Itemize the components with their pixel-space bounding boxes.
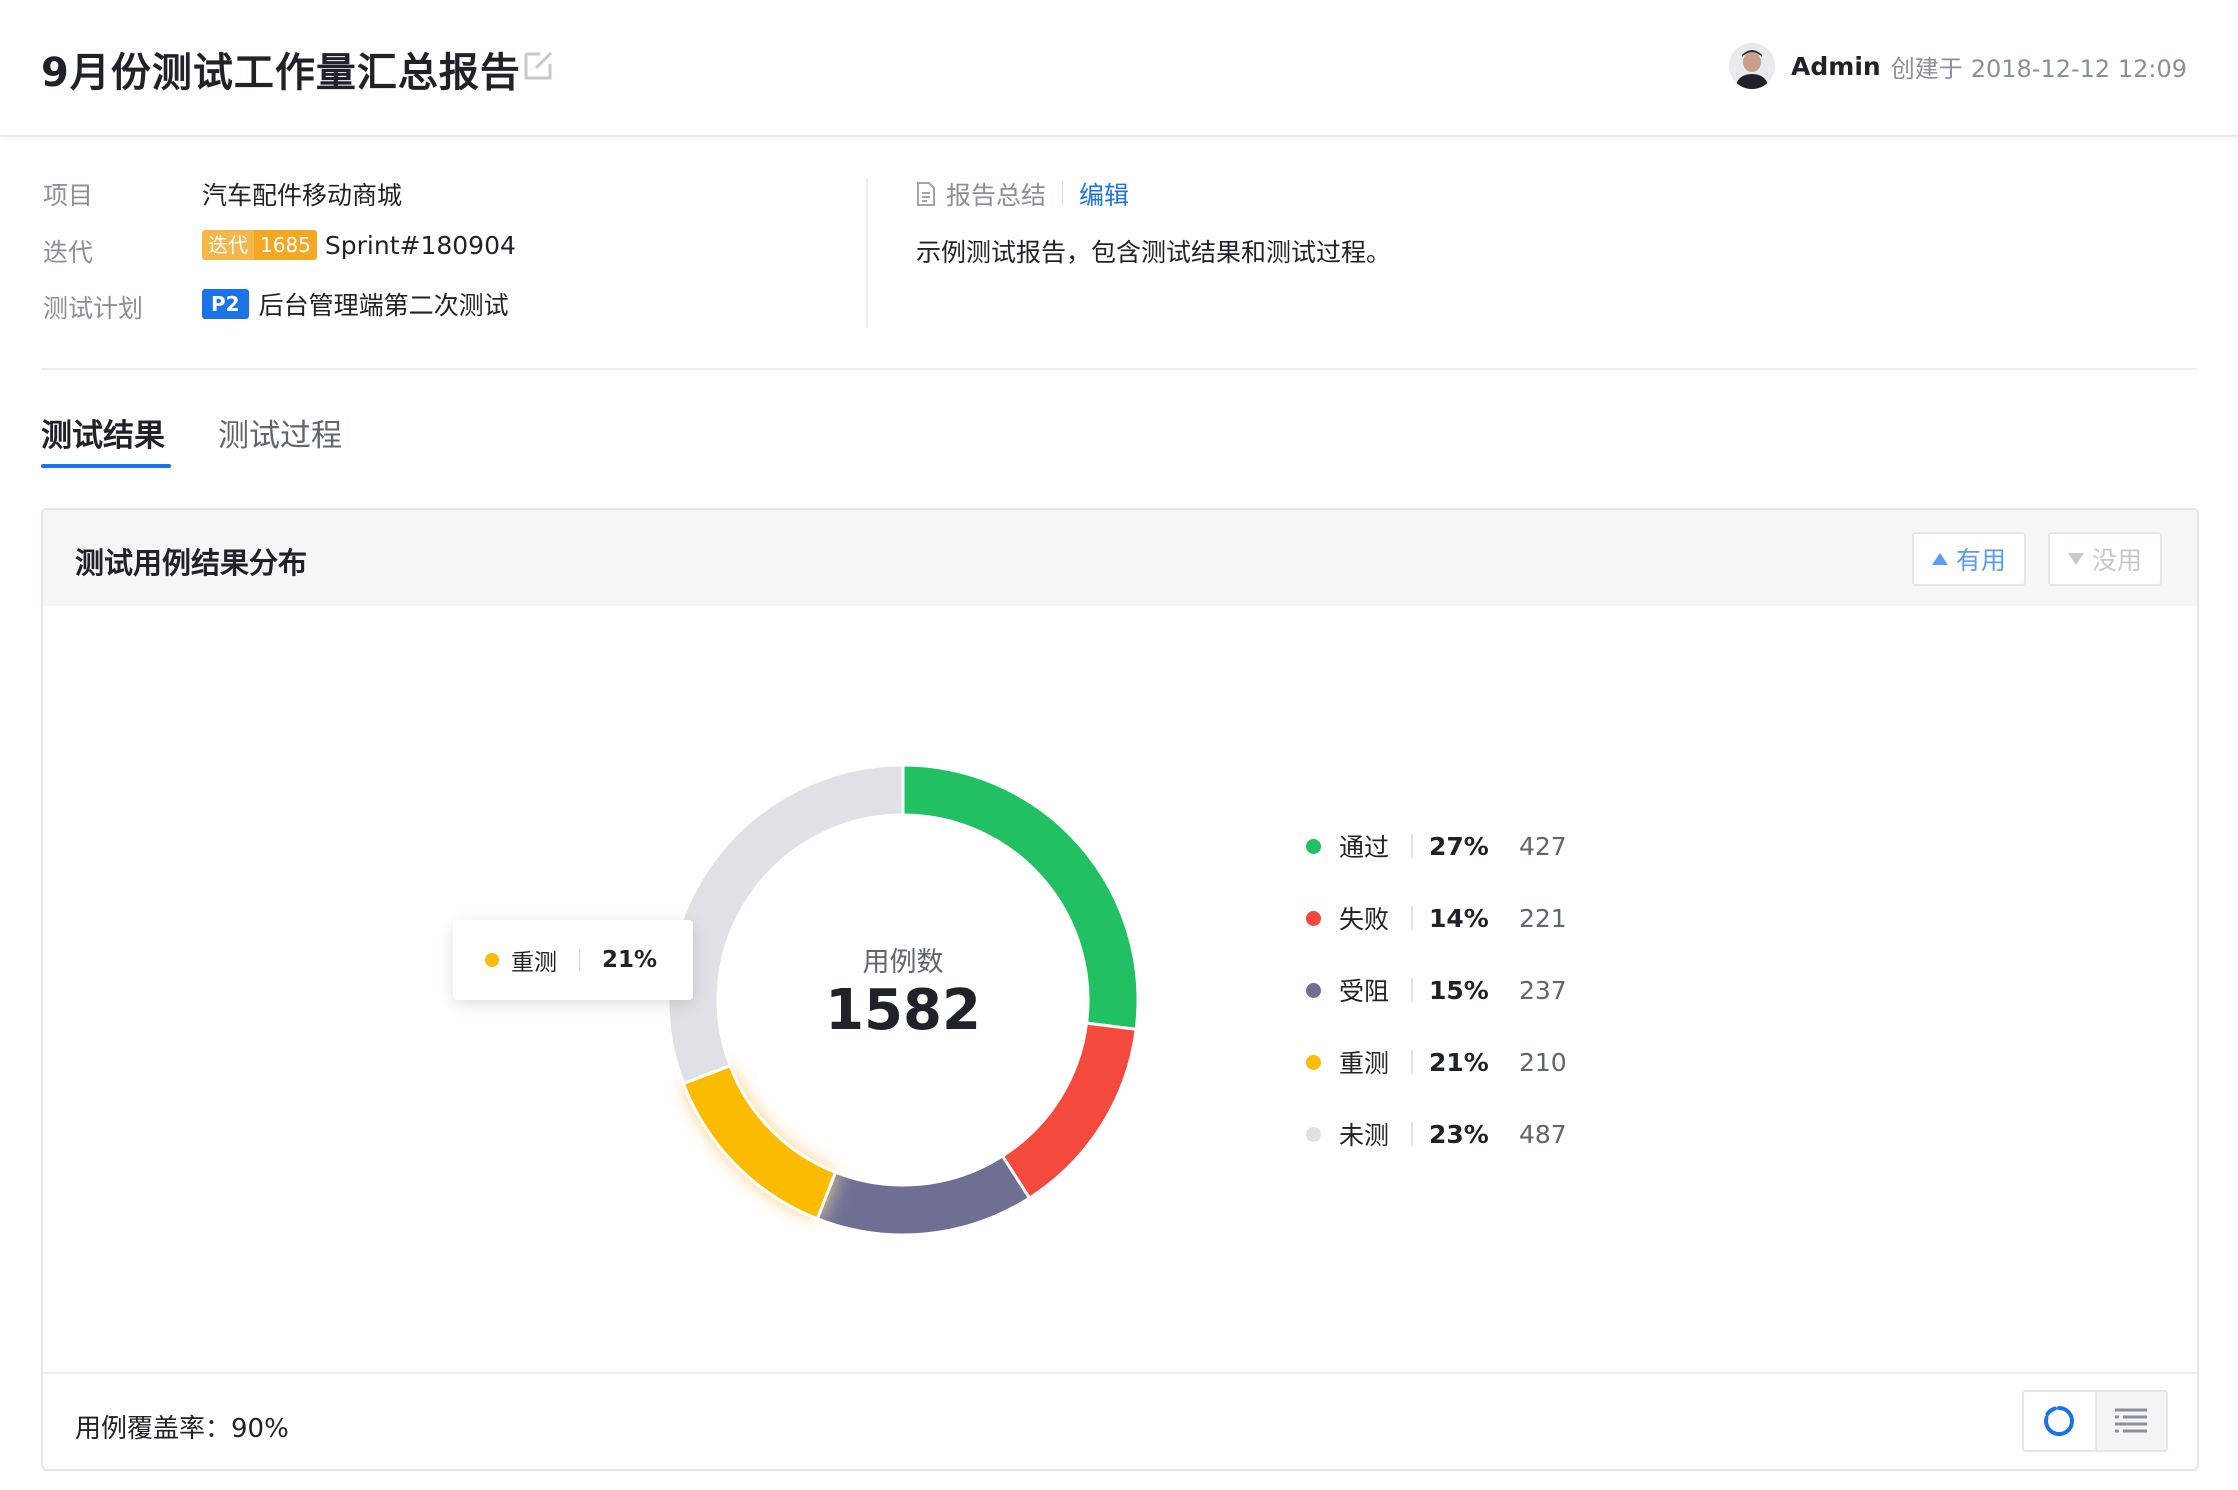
useless-button[interactable]: 没用 <box>2048 532 2163 586</box>
legend-count: 487 <box>1519 1119 1567 1149</box>
view-switch <box>2022 1390 2168 1452</box>
list-icon <box>2115 1408 2148 1433</box>
summary-text: 示例测试报告，包含测试结果和测试过程。 <box>916 238 1392 267</box>
useless-label: 没用 <box>2092 546 2143 575</box>
legend-pct: 15% <box>1429 975 1489 1005</box>
total-value: 1582 <box>825 978 981 1043</box>
triangle-down-icon <box>2068 553 2084 565</box>
legend-separator <box>1411 1050 1413 1074</box>
active-tab-indicator <box>41 464 171 468</box>
legend-dot <box>1306 1126 1321 1142</box>
created-label: 创建于 <box>1890 54 1963 83</box>
created-time: 2018-12-12 12:09 <box>1970 54 2187 83</box>
legend-separator <box>1411 978 1413 1002</box>
info-divider <box>866 178 868 328</box>
legend-name: 未测 <box>1339 1121 1390 1150</box>
useful-button[interactable]: 有用 <box>1912 532 2027 586</box>
iteration-id: 1685 <box>260 233 311 257</box>
tooltip-name: 重测 <box>511 950 557 976</box>
legend-pct: 14% <box>1429 903 1489 933</box>
tooltip-color-dot <box>485 953 499 967</box>
chart-tooltip: 重测 21% <box>453 920 693 1000</box>
document-icon <box>917 182 935 206</box>
plan-label: 测试计划 <box>43 294 144 323</box>
iteration-label: 迭代 <box>43 238 94 267</box>
tooltip-separator <box>579 949 580 971</box>
pie-chart-icon <box>2044 1406 2075 1436</box>
project-value: 汽车配件移动商城 <box>202 181 403 210</box>
legend-name: 通过 <box>1339 833 1390 862</box>
legend-pct: 21% <box>1429 1047 1489 1077</box>
legend-count: 221 <box>1519 903 1567 933</box>
section-divider <box>41 368 2197 370</box>
legend-dot <box>1306 838 1321 854</box>
legend-item-untested[interactable]: 未测 23% 487 <box>1306 1114 1567 1154</box>
iteration-value: 迭代 1685 Sprint#180904 <box>202 230 516 260</box>
card-header: 测试用例结果分布 有用 没用 <box>43 510 2197 606</box>
page-title: 9月份测试工作量汇总报告 <box>41 50 521 96</box>
plan-value: P2 后台管理端第二次测试 <box>202 286 509 322</box>
legend-dot <box>1306 982 1321 998</box>
legend-item-retest[interactable]: 重测 21% 210 <box>1306 1042 1567 1082</box>
triangle-up-icon <box>1932 553 1948 565</box>
iteration-tag: 迭代 <box>202 230 254 260</box>
list-view-button[interactable] <box>2094 1392 2166 1450</box>
priority-badge: P2 <box>202 289 249 319</box>
donut-slice-retest[interactable] <box>681 1063 838 1221</box>
legend-item-pass[interactable]: 通过 27% 427 <box>1306 826 1567 866</box>
summary-label: 报告总结 <box>946 181 1047 210</box>
legend-pct: 23% <box>1429 1119 1489 1149</box>
legend-item-blocked[interactable]: 受阻 15% 237 <box>1306 970 1567 1010</box>
project-label: 项目 <box>43 181 94 210</box>
legend-item-fail[interactable]: 失败 14% 221 <box>1306 898 1567 938</box>
summary-separator <box>1062 182 1064 206</box>
legend-dot <box>1306 1054 1321 1070</box>
result-distribution-card: 测试用例结果分布 有用 没用 用例数 1582 重测 21% 通过 27% 42… <box>41 508 2199 1471</box>
edit-icon[interactable] <box>522 48 556 82</box>
creator-name: Admin <box>1791 51 1881 81</box>
legend-count: 427 <box>1519 831 1567 861</box>
total-label: 用例数 <box>862 947 944 978</box>
creator-info: Admin 创建于 2018-12-12 12:09 <box>1729 42 2195 90</box>
legend-separator <box>1411 834 1413 858</box>
summary-header: 报告总结 编辑 <box>916 176 1129 212</box>
legend-name: 重测 <box>1339 1049 1390 1078</box>
card-footer: 用例覆盖率：90% <box>43 1372 2197 1469</box>
legend-separator <box>1411 906 1413 930</box>
iteration-badge: 迭代 1685 <box>202 230 317 260</box>
legend-name: 受阻 <box>1339 977 1390 1006</box>
legend-dot <box>1306 910 1321 926</box>
summary-edit-link[interactable]: 编辑 <box>1079 176 1129 212</box>
legend-separator <box>1411 1122 1413 1146</box>
iteration-name[interactable]: Sprint#180904 <box>325 231 516 260</box>
tooltip-pct: 21% <box>602 947 658 973</box>
useful-label: 有用 <box>1956 546 2007 575</box>
report-header: 9月份测试工作量汇总报告 Admin 创建于 2018-12-12 12:09 <box>0 0 2238 137</box>
plan-name[interactable]: 后台管理端第二次测试 <box>259 286 509 322</box>
legend-count: 237 <box>1519 975 1567 1005</box>
card-title: 测试用例结果分布 <box>75 546 308 580</box>
tab-test-process[interactable]: 测试过程 <box>218 410 342 455</box>
donut-slice-fail[interactable] <box>1000 1021 1138 1201</box>
tab-test-results[interactable]: 测试结果 <box>41 410 165 455</box>
legend-count: 210 <box>1519 1047 1567 1077</box>
legend-pct: 27% <box>1429 831 1489 861</box>
coverage-rate: 用例覆盖率：90% <box>75 1414 289 1444</box>
donut-slice-blocked[interactable] <box>815 1153 1032 1237</box>
created-meta: 创建于 2018-12-12 12:09 <box>1891 49 2195 84</box>
avatar[interactable] <box>1729 43 1776 89</box>
pie-view-button[interactable] <box>2024 1392 2095 1450</box>
legend-name: 失败 <box>1339 905 1390 934</box>
